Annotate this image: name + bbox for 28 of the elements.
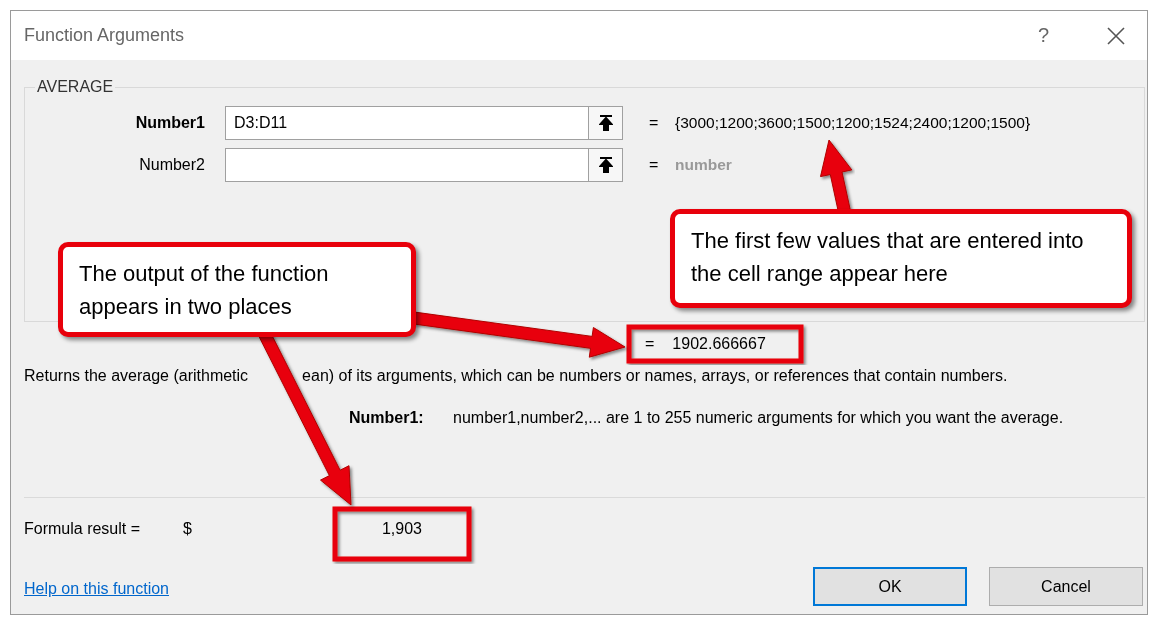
argument-field[interactable]: D3:D11 [225, 106, 589, 140]
window-title: Function Arguments [24, 25, 186, 46]
help-link[interactable]: Help on this function [24, 580, 813, 598]
equals-sign: = [645, 335, 655, 353]
upload-arrow-icon[interactable] [598, 156, 613, 174]
ok-button[interactable]: OK [813, 567, 967, 606]
callout: The output of the function appears in two places [58, 242, 416, 337]
close-icon[interactable] [1107, 26, 1125, 45]
cancel-button[interactable]: Cancel [989, 567, 1143, 606]
function-name: AVERAGE [36, 78, 115, 96]
argument-field[interactable] [225, 148, 589, 182]
equals-sign: = [649, 156, 660, 174]
upload-arrow-icon[interactable] [598, 114, 613, 132]
currency-symbol: $ [183, 520, 193, 538]
argument-label: Number2 [138, 156, 205, 174]
equals-sign: = [649, 114, 660, 132]
argument-name: Number1: [349, 409, 425, 427]
function-description: Returns the average (arithmetic [24, 367, 249, 384]
argument-type-hint: number [675, 156, 732, 174]
argument-label: Number1 [134, 114, 205, 132]
help-button[interactable]: ? [1037, 24, 1049, 47]
function-result: 1902.666667 [672, 335, 766, 353]
callout: The first few values that are entered into the cell range appear here [670, 209, 1132, 308]
function-description: ean) of its arguments, which can be numbers or names, arrays, or references that contain numbers. [302, 367, 1008, 384]
argument-value-preview: {3000;1200;3600;1500;1200;1524;2400;1200;1500} [675, 114, 1031, 132]
formula-result-label: Formula result = [24, 520, 142, 538]
formula-result-value: 1,903 [380, 520, 423, 538]
argument-help: number1,number2,... are 1 to 255 numeric arguments for which you want the average. [453, 409, 1064, 427]
